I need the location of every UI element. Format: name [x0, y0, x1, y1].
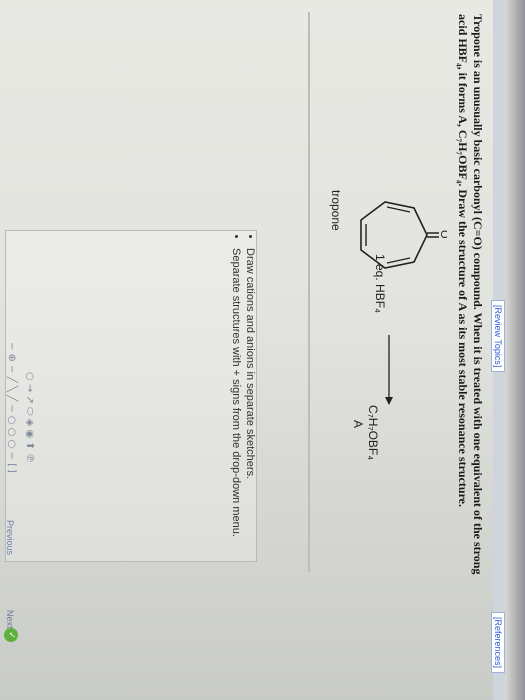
instruction-item: Draw cations and anions in separate sket…	[243, 248, 257, 578]
instructions-list: Draw cations and anions in separate sket…	[229, 236, 257, 578]
sketcher-toolbar-row-2[interactable]: − ⊕ − ╱ ╲ ╱ − ○ ○ ○ − [ ]	[6, 342, 17, 473]
double-bond-1	[386, 206, 411, 213]
check-icon[interactable]: ✓	[4, 628, 18, 642]
tropone-label: tropone	[329, 190, 343, 231]
product-formula: C₇H₇OBF₄	[366, 405, 380, 461]
previous-button[interactable]: Previous	[5, 520, 15, 555]
sketcher-toolbar-row-1[interactable]: ○ → ↗ ⬭ ◈ ◉ ⬆ ℗	[24, 372, 35, 463]
reagent-label: 1 eq. HBF₄	[373, 254, 387, 313]
tropone-structure: O	[360, 201, 447, 269]
screen-edge	[505, 0, 525, 700]
sketcher-panel[interactable]	[5, 230, 257, 562]
double-bond-3	[386, 257, 411, 264]
references-link[interactable]: [References]	[491, 612, 505, 674]
instruction-item: Separate structures with + signs from th…	[229, 248, 243, 578]
question-text: Tropone is an unusually basic carbonyl (…	[455, 14, 485, 684]
question-line-2: acid HBF₄, it forms A, C₇H₇OBF₄. Draw th…	[456, 14, 470, 508]
oxygen-atom: O	[438, 230, 447, 239]
reaction-arrow	[385, 335, 393, 405]
rotated-page: [Review Topics] [References] Tropone is …	[0, 0, 505, 700]
product-label: A	[351, 420, 365, 429]
next-button[interactable]: Next	[5, 610, 15, 629]
review-topics-link[interactable]: [Review Topics]	[491, 300, 505, 373]
seven-membered-ring	[360, 201, 428, 269]
question-line-1: Tropone is an unusually basic carbonyl (…	[471, 14, 485, 575]
divider	[308, 12, 310, 572]
